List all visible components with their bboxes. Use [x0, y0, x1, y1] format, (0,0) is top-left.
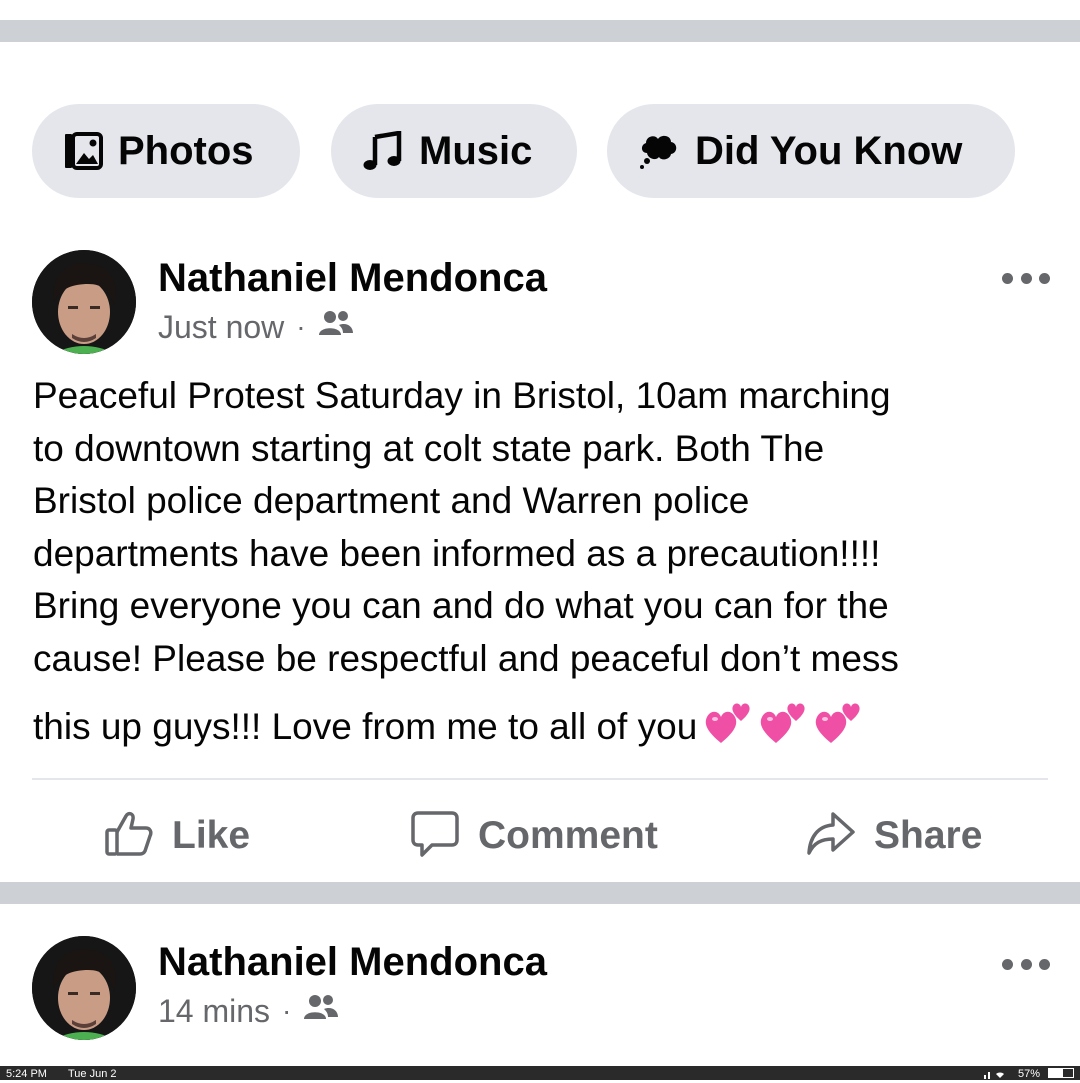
feed-separator [0, 882, 1080, 904]
did-you-know-chip-label: Did You Know [695, 128, 963, 173]
photos-chip-label: Photos [118, 128, 254, 173]
post-author-name[interactable]: Nathaniel Mendonca [158, 940, 547, 985]
post-text-line: to downtown starting at colt state park.… [33, 427, 825, 469]
post-text-line: Bristol police department and Warren pol… [33, 480, 750, 521]
more-options-icon[interactable] [1002, 268, 1050, 288]
status-bar: 5:24 PM Tue Jun 2 57% [0, 1066, 1080, 1080]
post-timestamp[interactable]: 14 mins [158, 993, 270, 1030]
friends-icon [318, 308, 354, 346]
more-options-icon[interactable] [1002, 954, 1050, 974]
post-text-line: cause! Please be respectful and peaceful… [33, 637, 899, 679]
photos-icon [62, 131, 104, 171]
post-author-name[interactable]: Nathaniel Mendonca [158, 256, 547, 301]
thumbs-up-icon [104, 810, 154, 863]
two-hearts-emoji [703, 697, 758, 760]
post-text: Peaceful Protest Saturday in Bristol, 10… [33, 370, 1043, 760]
post-text-line: Peaceful Protest Saturday in Bristol, 10… [33, 375, 891, 416]
comment-label: Comment [478, 814, 658, 857]
two-hearts-emoji-group [703, 697, 868, 760]
comment-button[interactable]: Comment [410, 804, 658, 868]
music-note-icon [361, 131, 405, 171]
battery-icon [1048, 1068, 1074, 1078]
photos-chip-button[interactable]: Photos [32, 104, 300, 198]
two-hearts-emoji [758, 697, 813, 760]
post-text-line: departments have been informed as a prec… [33, 532, 881, 574]
thought-bubble-icon [637, 131, 681, 171]
battery-percent: 57% [1018, 1068, 1041, 1080]
did-you-know-chip-button[interactable]: Did You Know [607, 104, 1015, 198]
like-button[interactable]: Like [104, 804, 250, 868]
friends-icon [303, 992, 339, 1030]
comment-bubble-icon [410, 810, 460, 863]
meta-separator: · [282, 995, 292, 1026]
wifi-icon [984, 1069, 1014, 1079]
status-date: Tue Jun 2 [68, 1068, 117, 1080]
two-hearts-emoji [813, 697, 868, 760]
share-arrow-icon [806, 810, 856, 863]
status-time: 5:24 PM [6, 1068, 47, 1080]
share-label: Share [874, 814, 983, 857]
post-meta: Just now · [158, 308, 354, 346]
music-chip-button[interactable]: Music [331, 104, 577, 198]
post-timestamp[interactable]: Just now [158, 309, 284, 346]
post-actions-divider [32, 778, 1048, 780]
meta-separator: · [296, 311, 306, 342]
post-text-line: Bring everyone you can and do what you c… [33, 585, 889, 626]
like-label: Like [172, 814, 251, 857]
music-chip-label: Music [419, 128, 533, 173]
post-text-line: this up guys!!! Love from me to all of y… [33, 706, 698, 747]
post-meta: 14 mins · [158, 992, 339, 1030]
feed-separator-top [0, 20, 1080, 42]
avatar[interactable] [32, 936, 136, 1040]
avatar[interactable] [32, 250, 136, 354]
share-button[interactable]: Share [806, 804, 982, 868]
